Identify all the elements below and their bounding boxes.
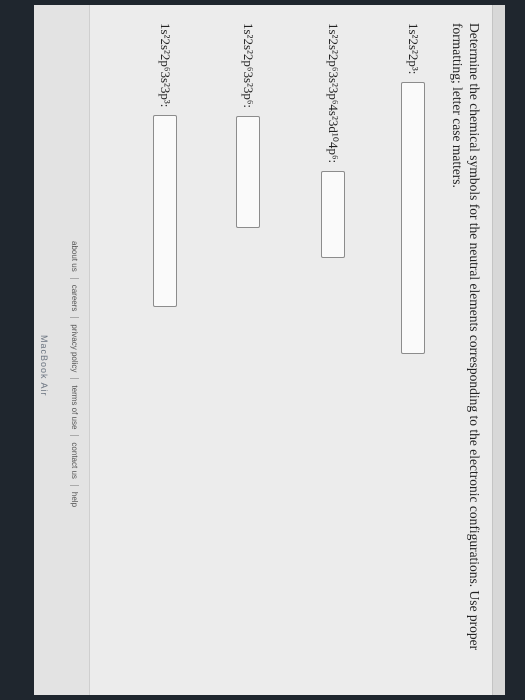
footer-link-privacy[interactable]: privacy policy bbox=[70, 318, 79, 380]
footer: about us careers privacy policy terms of… bbox=[34, 5, 90, 695]
device-label: MacBook Air bbox=[39, 335, 49, 397]
footer-link-terms[interactable]: terms of use bbox=[70, 379, 79, 437]
footer-links: about us careers privacy policy terms of… bbox=[70, 235, 79, 513]
answer-input-3[interactable] bbox=[236, 116, 260, 229]
config-row-1: 1s²2s²2p³: bbox=[401, 23, 425, 355]
config-label-1: 1s²2s²2p³: bbox=[406, 23, 421, 75]
screen: Determine the chemical symbols for the n… bbox=[0, 0, 525, 700]
config-row-2: 1s²2s²2p⁶3s²3p⁶4s²3d¹⁰4p⁶: bbox=[321, 23, 345, 259]
config-label-2: 1s²2s²2p⁶3s²3p⁶4s²3d¹⁰4p⁶: bbox=[326, 23, 341, 164]
answer-input-2[interactable] bbox=[321, 171, 345, 259]
answer-input-4[interactable] bbox=[153, 115, 177, 308]
top-strip bbox=[492, 5, 505, 695]
footer-link-help[interactable]: help bbox=[70, 486, 79, 513]
question-text: Determine the chemical symbols for the n… bbox=[450, 23, 482, 651]
footer-link-careers[interactable]: careers bbox=[70, 278, 79, 319]
answer-input-1[interactable] bbox=[401, 82, 425, 355]
config-row-4: 1s²2s²2p⁶3s²3p³: bbox=[153, 23, 177, 308]
footer-link-about[interactable]: about us bbox=[70, 235, 79, 279]
footer-link-contact[interactable]: contact us bbox=[70, 436, 79, 486]
page: Determine the chemical symbols for the n… bbox=[34, 5, 505, 695]
config-row-3: 1s²2s²2p⁶3s²3p⁶: bbox=[236, 23, 260, 229]
config-label-4: 1s²2s²2p⁶3s²3p³: bbox=[158, 23, 173, 108]
config-label-3: 1s²2s²2p⁶3s²3p⁶: bbox=[241, 23, 256, 109]
